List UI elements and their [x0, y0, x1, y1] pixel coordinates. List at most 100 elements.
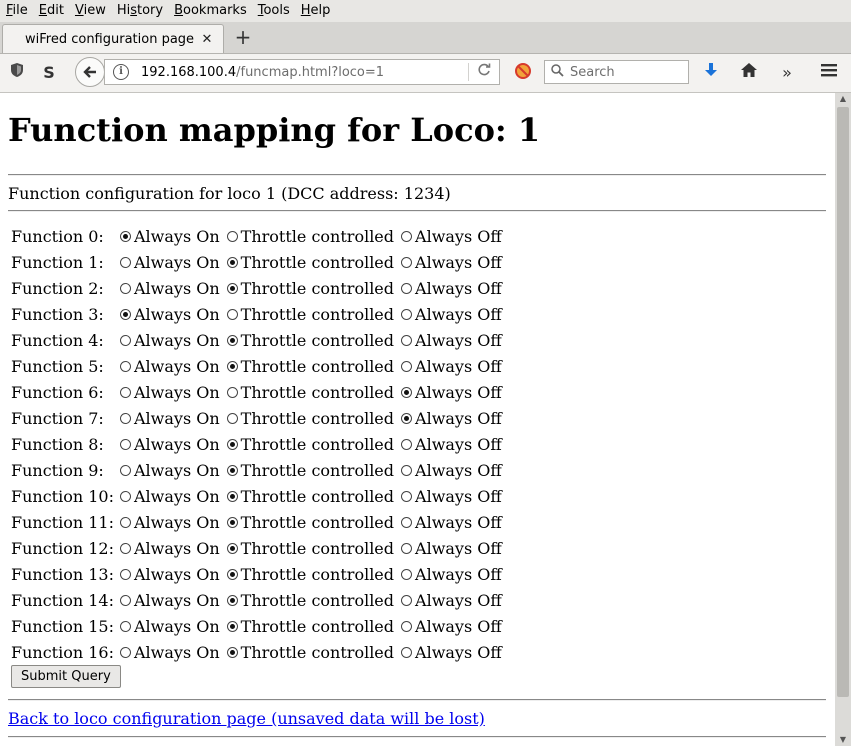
radio-button[interactable] — [226, 594, 238, 606]
radio-button[interactable] — [120, 256, 131, 268]
radio-option[interactable]: Always On — [118, 279, 220, 298]
back-to-loco-config-link[interactable]: Back to loco configuration page (unsaved… — [8, 709, 485, 728]
radio-button[interactable] — [401, 594, 413, 606]
radio-option[interactable]: Always On — [118, 409, 220, 428]
overflow-icon[interactable]: » — [776, 62, 798, 84]
submit-button[interactable]: Submit Query — [11, 665, 121, 688]
radio-option[interactable]: Always Off — [399, 279, 502, 298]
radio-option[interactable]: Always On — [118, 227, 220, 246]
menu-item-edit[interactable]: Edit — [33, 0, 69, 22]
radio-option[interactable]: Always On — [118, 253, 220, 272]
scroll-down-icon[interactable]: ▼ — [835, 734, 851, 746]
radio-option[interactable]: Always Off — [399, 565, 502, 584]
radio-option[interactable]: Always Off — [399, 305, 502, 324]
radio-option[interactable]: Always Off — [399, 357, 502, 376]
scroll-thumb[interactable] — [837, 107, 849, 697]
radio-option[interactable]: Throttle controlled — [225, 279, 394, 298]
radio-option[interactable]: Throttle controlled — [225, 513, 394, 532]
radio-button[interactable] — [401, 256, 413, 268]
radio-option[interactable]: Always On — [118, 461, 220, 480]
radio-button[interactable] — [226, 386, 238, 398]
radio-option[interactable]: Throttle controlled — [225, 591, 394, 610]
radio-option[interactable]: Throttle controlled — [225, 565, 394, 584]
radio-button[interactable] — [401, 568, 413, 580]
radio-option[interactable]: Always Off — [399, 617, 502, 636]
scroll-up-icon[interactable]: ▲ — [835, 93, 851, 105]
radio-option[interactable]: Always Off — [399, 487, 502, 506]
radio-option[interactable]: Always On — [118, 487, 220, 506]
radio-option[interactable]: Always Off — [399, 227, 502, 246]
radio-option[interactable]: Always Off — [399, 253, 502, 272]
radio-button[interactable] — [120, 490, 131, 502]
radio-option[interactable]: Always On — [118, 617, 220, 636]
radio-button[interactable] — [226, 360, 238, 372]
reload-icon[interactable] — [468, 63, 499, 81]
radio-option[interactable]: Throttle controlled — [225, 435, 394, 454]
menu-item-history[interactable]: History — [111, 0, 168, 22]
radio-option[interactable]: Throttle controlled — [225, 331, 394, 350]
radio-option[interactable]: Throttle controlled — [225, 383, 394, 402]
new-tab-button[interactable]: + — [232, 26, 254, 50]
radio-button[interactable] — [120, 568, 131, 580]
radio-button[interactable] — [401, 438, 413, 450]
hamburger-menu-icon[interactable] — [818, 62, 840, 84]
search-box[interactable] — [544, 60, 689, 84]
home-icon[interactable] — [738, 62, 760, 84]
radio-button[interactable] — [226, 542, 238, 554]
tracking-blocked-icon[interactable] — [512, 62, 534, 84]
radio-option[interactable]: Always On — [118, 383, 220, 402]
radio-option[interactable]: Throttle controlled — [225, 409, 394, 428]
back-button[interactable] — [75, 57, 105, 87]
radio-option[interactable]: Throttle controlled — [225, 227, 394, 246]
vertical-scrollbar[interactable]: ▲ ▼ — [835, 93, 851, 746]
shield-icon[interactable] — [6, 62, 28, 84]
radio-button[interactable] — [120, 594, 131, 606]
radio-button[interactable] — [226, 464, 238, 476]
radio-button[interactable] — [401, 412, 413, 424]
radio-button[interactable] — [120, 412, 131, 424]
radio-option[interactable]: Always Off — [399, 409, 502, 428]
radio-button[interactable] — [226, 646, 238, 658]
radio-option[interactable]: Throttle controlled — [225, 539, 394, 558]
tab-wifred-config[interactable]: wiFred configuration page ✕ — [2, 24, 224, 53]
radio-button[interactable] — [120, 646, 131, 658]
close-tab-icon[interactable]: ✕ — [197, 32, 217, 47]
radio-button[interactable] — [120, 308, 131, 320]
radio-button[interactable] — [401, 646, 413, 658]
radio-button[interactable] — [120, 386, 131, 398]
radio-button[interactable] — [401, 230, 413, 242]
radio-option[interactable]: Always Off — [399, 643, 502, 662]
radio-button[interactable] — [401, 386, 413, 398]
radio-option[interactable]: Always On — [118, 305, 220, 324]
radio-option[interactable]: Always On — [118, 591, 220, 610]
radio-button[interactable] — [226, 256, 238, 268]
radio-option[interactable]: Always Off — [399, 513, 502, 532]
radio-option[interactable]: Always On — [118, 513, 220, 532]
menu-item-view[interactable]: View — [69, 0, 111, 22]
radio-button[interactable] — [226, 282, 238, 294]
radio-button[interactable] — [120, 230, 131, 242]
download-icon[interactable] — [700, 62, 722, 84]
radio-button[interactable] — [226, 412, 238, 424]
radio-option[interactable]: Always Off — [399, 591, 502, 610]
radio-option[interactable]: Throttle controlled — [225, 461, 394, 480]
radio-option[interactable]: Always On — [118, 435, 220, 454]
radio-button[interactable] — [226, 516, 238, 528]
radio-button[interactable] — [120, 542, 131, 554]
radio-button[interactable] — [226, 230, 238, 242]
radio-button[interactable] — [120, 282, 131, 294]
menu-item-help[interactable]: Help — [295, 0, 336, 22]
radio-option[interactable]: Throttle controlled — [225, 305, 394, 324]
menu-item-bookmarks[interactable]: Bookmarks — [168, 0, 252, 22]
radio-option[interactable]: Throttle controlled — [225, 487, 394, 506]
radio-button[interactable] — [120, 360, 131, 372]
radio-button[interactable] — [401, 542, 413, 554]
radio-button[interactable] — [226, 308, 238, 320]
radio-button[interactable] — [401, 308, 413, 320]
radio-button[interactable] — [401, 464, 413, 476]
radio-button[interactable] — [120, 620, 131, 632]
radio-button[interactable] — [401, 620, 413, 632]
radio-button[interactable] — [226, 568, 238, 580]
radio-button[interactable] — [401, 360, 413, 372]
radio-button[interactable] — [226, 620, 238, 632]
